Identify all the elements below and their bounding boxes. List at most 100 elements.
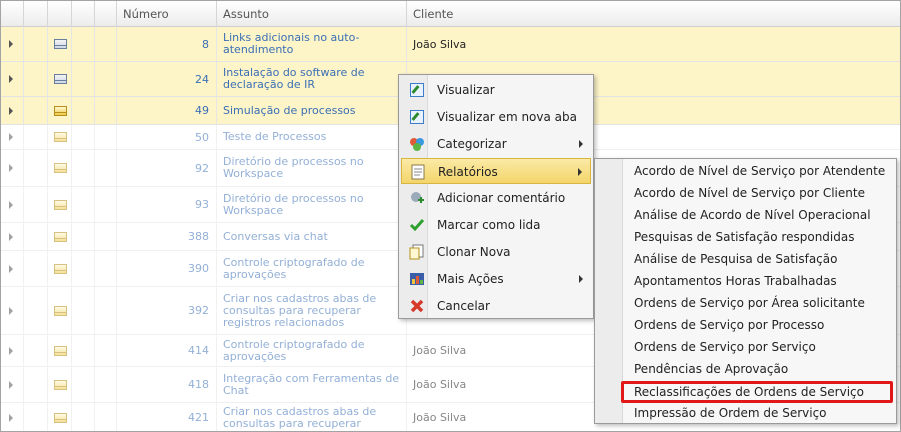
assunto-link[interactable]: Controle criptografado de aprovações [217, 251, 407, 286]
expand-cell[interactable] [1, 335, 24, 366]
report-item[interactable]: Análise de Acordo de Nível Operacional [595, 204, 896, 226]
check-icon [409, 217, 425, 233]
menu-item-categorizar[interactable]: Categorizar [401, 131, 591, 157]
menu-item-label: Adicionar comentário [437, 191, 566, 205]
report-item[interactable]: Pesquisas de Satisfação respondidas [595, 226, 896, 248]
report-item[interactable]: Acordo de Nível de Serviço por Cliente [595, 182, 896, 204]
header-cliente[interactable]: Cliente [407, 1, 900, 27]
expand-arrow-icon[interactable] [9, 264, 13, 273]
more-actions-icon [409, 271, 425, 287]
report-item-label: Análise de Acordo de Nível Operacional [634, 208, 871, 222]
menu-item-cancelar[interactable]: Cancelar [401, 293, 591, 319]
report-item[interactable]: Ordens de Serviço por Serviço [595, 336, 896, 358]
expand-cell[interactable] [1, 367, 24, 402]
expand-cell[interactable] [1, 97, 24, 124]
unread-mail-icon [54, 305, 67, 316]
blank-cell [95, 27, 117, 61]
expand-cell[interactable] [1, 223, 24, 250]
report-icon [410, 164, 426, 180]
report-item[interactable]: Análise de Pesquisa de Satisfação [595, 248, 896, 270]
assunto-link[interactable]: Teste de Processos [217, 125, 407, 149]
report-item[interactable]: Reclassificações de Ordens de Serviço [621, 381, 893, 403]
numero-cell[interactable]: 50 [117, 125, 217, 149]
expand-arrow-icon[interactable] [9, 164, 13, 172]
blank-cell [72, 150, 95, 186]
report-item-label: Pesquisas de Satisfação respondidas [634, 230, 855, 244]
header-col-d[interactable] [72, 1, 95, 27]
assunto-link[interactable]: Links adicionais no auto-atendimento [217, 27, 407, 61]
assunto-link[interactable]: Criar nos cadastros abas de consultas pa… [217, 403, 407, 431]
assunto-link[interactable]: Integração com Ferramentas de Chat [217, 367, 407, 402]
report-item[interactable]: Ordens de Serviço por Área solicitante [595, 292, 896, 314]
report-item[interactable]: Acordo de Nível de Serviço por Atendente [595, 160, 896, 182]
header-col-e[interactable] [95, 1, 117, 27]
report-item[interactable]: Ordens de Serviço por Processo [595, 314, 896, 336]
expand-arrow-icon[interactable] [9, 413, 13, 422]
expand-cell[interactable] [1, 251, 24, 286]
assunto-link[interactable]: Diretório de processos no Workspace [217, 150, 407, 186]
blank-cell [95, 367, 117, 402]
unread-mail-icon [54, 412, 67, 423]
menu-item-visualizar[interactable]: Visualizar [401, 77, 591, 103]
expand-arrow-icon[interactable] [9, 40, 13, 48]
expand-cell[interactable] [1, 150, 24, 186]
mail-cell [48, 335, 72, 366]
menu-item-relatorios[interactable]: Relatórios [401, 158, 591, 184]
blank-cell [72, 97, 95, 124]
blank-cell [95, 403, 117, 431]
header-numero[interactable]: Número [117, 1, 217, 27]
numero-cell[interactable]: 93 [117, 187, 217, 222]
numero-cell[interactable]: 49 [117, 97, 217, 124]
assunto-link[interactable]: Simulação de processos [217, 97, 407, 124]
assunto-link[interactable]: Controle criptografado de aprovações [217, 335, 407, 366]
menu-item-adicionar-comentario[interactable]: Adicionar comentário [401, 185, 591, 211]
expand-cell[interactable] [1, 27, 24, 61]
header-assunto[interactable]: Assunto [217, 1, 407, 27]
numero-cell[interactable]: 414 [117, 335, 217, 366]
menu-item-clonar-nova[interactable]: Clonar Nova [401, 239, 591, 265]
expand-cell[interactable] [1, 62, 24, 96]
expand-arrow-icon[interactable] [9, 306, 13, 315]
assunto-link[interactable]: Diretório de processos no Workspace [217, 187, 407, 222]
expand-cell[interactable] [1, 403, 24, 431]
expand-arrow-icon[interactable] [9, 133, 13, 141]
expand-arrow-icon[interactable] [9, 106, 13, 115]
expand-cell[interactable] [1, 187, 24, 222]
assunto-link[interactable]: Criar nos cadastros abas de consultas pa… [217, 287, 407, 334]
header-mail-col[interactable] [48, 1, 72, 27]
report-item[interactable]: Impressão de Ordem de Serviço [595, 402, 896, 424]
expand-arrow-icon[interactable] [9, 200, 13, 209]
report-item[interactable]: Pendências de Aprovação [595, 358, 896, 380]
header-col-b[interactable] [24, 1, 48, 27]
expand-cell[interactable] [1, 125, 24, 149]
assunto-link[interactable]: Instalação do software de declaração de … [217, 62, 407, 96]
table-row[interactable]: 8 Links adicionais no auto-atendimento Joã… [1, 27, 900, 62]
menu-item-visualizar-em-nova-aba[interactable]: Visualizar em nova aba [401, 104, 591, 130]
report-item[interactable]: Apontamentos Horas Trabalhadas [595, 270, 896, 292]
menu-item-mais-acoes[interactable]: Mais Ações [401, 266, 591, 292]
expand-cell[interactable] [1, 287, 24, 334]
expand-arrow-icon[interactable] [9, 346, 13, 355]
mail-cell [48, 287, 72, 334]
read-mail-icon [54, 39, 67, 49]
blank-cell [72, 125, 95, 149]
submenu-arrow-icon [579, 275, 583, 283]
numero-cell[interactable]: 92 [117, 150, 217, 186]
numero-cell[interactable]: 390 [117, 251, 217, 286]
expand-arrow-icon[interactable] [9, 75, 13, 83]
unread-mail-icon [54, 379, 67, 390]
expand-arrow-icon[interactable] [9, 380, 13, 389]
numero-cell[interactable]: 8 [117, 27, 217, 61]
numero-cell[interactable]: 392 [117, 287, 217, 334]
numero-cell[interactable]: 421 [117, 403, 217, 431]
numero-cell[interactable]: 24 [117, 62, 217, 96]
menu-item-marcar-como-lida[interactable]: Marcar como lida [401, 212, 591, 238]
expand-arrow-icon[interactable] [9, 232, 13, 241]
header-expand-col[interactable] [1, 1, 24, 27]
numero-cell[interactable]: 388 [117, 223, 217, 250]
flag-cell [24, 125, 48, 149]
numero-cell[interactable]: 418 [117, 367, 217, 402]
submenu-arrow-icon [578, 168, 582, 176]
mail-cell [48, 150, 72, 186]
assunto-link[interactable]: Conversas via chat [217, 223, 407, 250]
